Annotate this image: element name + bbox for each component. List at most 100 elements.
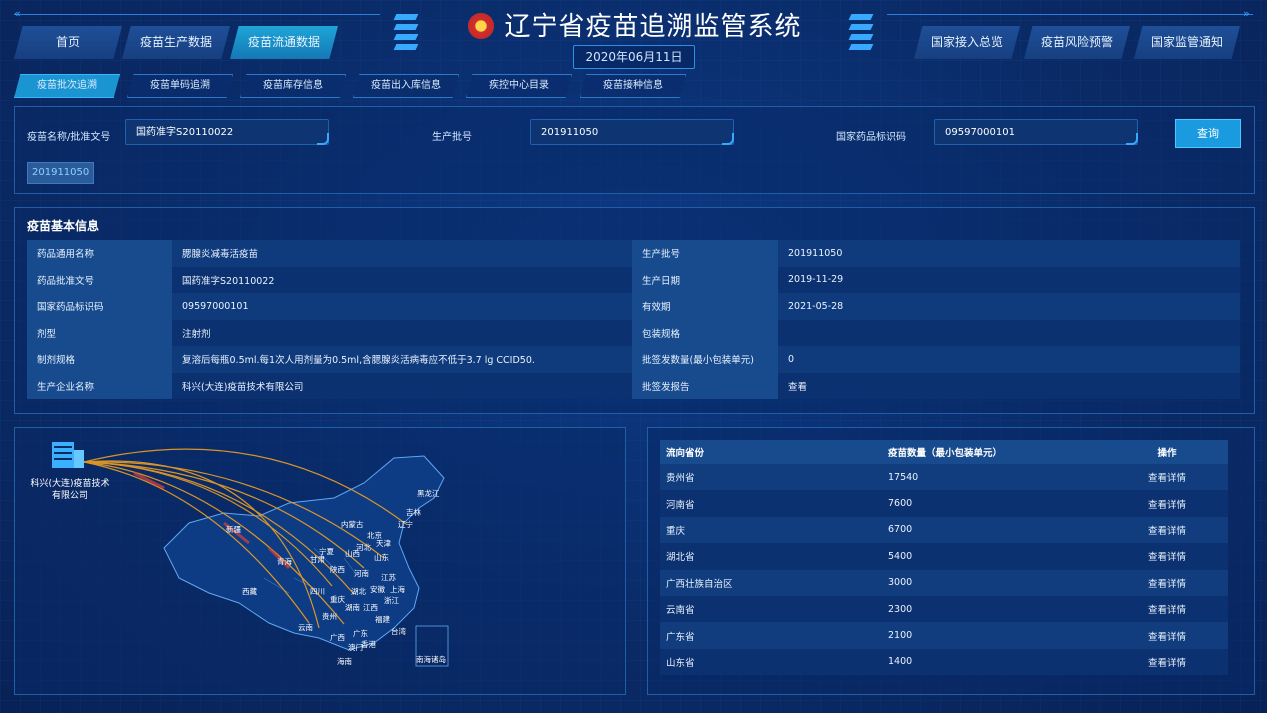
province-label: 吉林	[406, 507, 421, 517]
info-key: 有效期	[632, 293, 778, 320]
column-header-count: 疫苗数量（最小包装单元）	[882, 440, 1106, 464]
nav-national-notice[interactable]: 国家监管通知	[1134, 26, 1240, 59]
column-header-province: 流向省份	[660, 440, 882, 464]
province-label: 海南	[337, 656, 352, 666]
page-title-text: 辽宁省疫苗追溯监管系统	[504, 12, 802, 42]
info-key: 生产批号	[632, 240, 778, 267]
table-row: 广西壮族自治区 3000 查看详情	[660, 569, 1228, 596]
nav-national-access[interactable]: 国家接入总览	[914, 26, 1020, 59]
nav-home[interactable]: 首页	[14, 26, 122, 59]
info-value: 0	[778, 346, 1240, 373]
batch-input[interactable]: 201911050	[530, 119, 734, 145]
info-key: 药品通用名称	[27, 240, 172, 267]
code-input[interactable]: 09597000101	[934, 119, 1138, 145]
report-view-link[interactable]: 查看	[778, 372, 1240, 399]
tab-batch-trace[interactable]: 疫苗批次追溯	[14, 74, 120, 98]
province-label: 台湾	[391, 626, 406, 636]
province-label: 河南	[354, 568, 369, 578]
batch-chip[interactable]: 201911050	[27, 162, 95, 184]
cell-count: 1400	[882, 648, 1106, 676]
view-details-link[interactable]: 查看详情	[1106, 516, 1228, 544]
info-value	[778, 319, 1240, 346]
building-icon	[52, 442, 84, 468]
column-header-action: 操作	[1106, 440, 1228, 464]
tab-code-trace[interactable]: 疫苗单码追溯	[127, 74, 233, 98]
province-label: 安徽	[370, 584, 385, 594]
view-details-link[interactable]: 查看详情	[1106, 595, 1228, 623]
view-details-link[interactable]: 查看详情	[1106, 569, 1228, 596]
basic-info-table: 药品通用名称 腮腺炎减毒活疫苗 生产批号 201911050 药品批准文号 国药…	[27, 240, 1240, 399]
province-label: 甘肃	[310, 554, 325, 564]
header-right-line	[887, 14, 1253, 15]
province-label: 浙江	[384, 595, 399, 605]
province-label: 上海	[390, 584, 405, 594]
info-row: 国家药品标识码 09597000101 有效期 2021-05-28	[27, 293, 1240, 320]
info-key: 批签发数量(最小包装单元)	[632, 346, 778, 373]
tab-in-out[interactable]: 疫苗出入库信息	[353, 74, 459, 98]
cell-count: 6700	[882, 516, 1106, 544]
code-label: 国家药品标识码	[836, 132, 906, 143]
info-value: 国药准字S20110022	[172, 266, 632, 293]
national-emblem-icon	[468, 13, 495, 39]
header-left-arrow-icon: «	[14, 7, 21, 20]
province-label: 内蒙古	[341, 519, 364, 529]
info-key: 剂型	[27, 319, 172, 346]
province-label: 山东	[374, 552, 389, 562]
query-button[interactable]: 查询	[1175, 119, 1241, 148]
province-label: 新疆	[226, 524, 241, 534]
name-label: 疫苗名称/批准文号	[27, 132, 111, 143]
province-label: 云南	[298, 622, 313, 632]
company-label-2: 有限公司	[52, 489, 88, 501]
view-details-link[interactable]: 查看详情	[1106, 622, 1228, 649]
tab-vaccination[interactable]: 疫苗接种信息	[580, 74, 686, 98]
info-key: 批签发报告	[632, 372, 778, 399]
table-row: 山东省 1400 查看详情	[660, 648, 1228, 676]
province-label: 西藏	[242, 586, 257, 596]
province-label: 广西	[330, 632, 345, 642]
province-label: 贵州	[322, 611, 337, 621]
province-label: 山西	[345, 548, 360, 558]
cell-province: 湖北省	[660, 543, 882, 570]
info-value: 注射剂	[172, 319, 632, 346]
info-key: 包装规格	[632, 319, 778, 346]
flow-map: 科兴(大连)疫苗技术 有限公司 黑龙江 吉林 辽宁 内蒙古 北京 天津 河北 山…	[30, 442, 449, 667]
info-value: 腮腺炎减毒活疫苗	[172, 240, 632, 267]
cell-province: 广西壮族自治区	[660, 569, 882, 596]
info-value: 201911050	[778, 240, 1240, 267]
province-label: 江西	[363, 603, 378, 612]
view-details-link[interactable]: 查看详情	[1106, 648, 1228, 676]
nav-circulation-data[interactable]: 疫苗流通数据	[230, 26, 338, 59]
province-label: 青海	[277, 556, 292, 566]
info-key: 生产日期	[632, 266, 778, 293]
cell-count: 2100	[882, 622, 1106, 649]
info-row: 药品通用名称 腮腺炎减毒活疫苗 生产批号 201911050	[27, 240, 1240, 267]
cell-province: 山东省	[660, 648, 882, 676]
info-row: 制剂规格 复溶后每瓶0.5ml.每1次人用剂量为0.5ml,含腮腺炎活病毒应不低…	[27, 346, 1240, 373]
view-details-link[interactable]: 查看详情	[1106, 464, 1228, 491]
view-details-link[interactable]: 查看详情	[1106, 543, 1228, 570]
info-key: 制剂规格	[27, 346, 172, 373]
name-input[interactable]: 国药准字S20110022	[125, 119, 329, 145]
province-label: 广东	[353, 628, 368, 638]
nav-production-data[interactable]: 疫苗生产数据	[122, 26, 230, 59]
info-row: 生产企业名称 科兴(大连)疫苗技术有限公司 批签发报告 查看	[27, 372, 1240, 399]
province-label: 天津	[376, 539, 391, 548]
info-row: 药品批准文号 国药准字S20110022 生产日期 2019-11-29	[27, 266, 1240, 293]
info-value: 09597000101	[172, 293, 632, 320]
info-value: 2019-11-29	[778, 266, 1240, 293]
tab-inventory[interactable]: 疫苗库存信息	[240, 74, 346, 98]
info-key: 药品批准文号	[27, 266, 172, 293]
cell-province: 广东省	[660, 622, 882, 649]
info-value: 2021-05-28	[778, 293, 1240, 320]
nav-risk-warning[interactable]: 疫苗风险预警	[1024, 26, 1130, 59]
cell-count: 5400	[882, 543, 1106, 570]
province-label: 香港	[361, 639, 376, 649]
tab-cdc-directory[interactable]: 疾控中心目录	[466, 74, 572, 98]
cell-count: 2300	[882, 595, 1106, 623]
view-details-link[interactable]: 查看详情	[1106, 490, 1228, 517]
basic-info-title: 疫苗基本信息	[27, 219, 100, 233]
batch-label: 生产批号	[432, 132, 472, 143]
table-row: 重庆 6700 查看详情	[660, 516, 1228, 544]
page-title: 辽宁省疫苗追溯监管系统	[385, 6, 885, 43]
current-date: 2020年06月11日	[573, 45, 695, 69]
